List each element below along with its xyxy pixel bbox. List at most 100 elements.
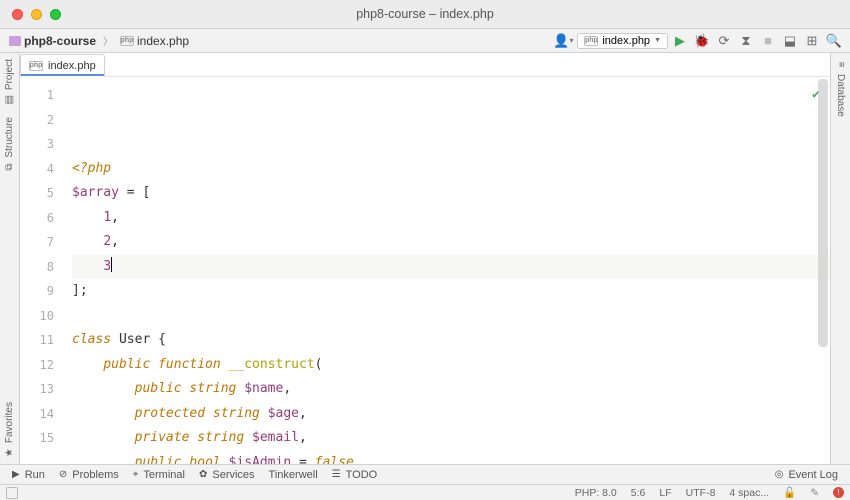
code-token: 1 — [103, 210, 111, 225]
run-config-select[interactable]: php index.php ▼ — [577, 33, 668, 49]
tool-window-bar: ▶Run ⊘Problems ⌖ Terminal ✿Services Tinke… — [0, 464, 850, 484]
line-number: 2 — [20, 108, 54, 133]
tool-window-toggle-button[interactable] — [6, 487, 18, 499]
profile-button[interactable]: ⧗ — [736, 31, 756, 51]
line-number: 10 — [20, 304, 54, 329]
cursor-position-status[interactable]: 5:6 — [631, 487, 646, 499]
maximize-window-button[interactable] — [50, 9, 61, 20]
code-token: $name — [244, 381, 283, 396]
warning-icon: ⊘ — [59, 469, 67, 480]
code-token — [72, 357, 103, 372]
breadcrumb-project-label: php8-course — [24, 34, 96, 48]
stop-button[interactable]: ■ — [758, 31, 778, 51]
navigation-bar: php8-course 〉 php index.php 👤▾ php index… — [0, 29, 850, 53]
project-tool-tab[interactable]: ▤ Project — [0, 53, 19, 111]
code-token: , — [111, 210, 119, 225]
code-line[interactable]: 1, — [72, 206, 830, 231]
code-line[interactable]: 3 — [72, 255, 830, 280]
code-area[interactable]: ✔ <?php$array = [ 1, 2, 3];class User { … — [62, 77, 830, 464]
line-number: 7 — [20, 230, 54, 255]
code-line[interactable]: public string $name, — [72, 377, 830, 402]
php-version-status[interactable]: PHP: 8.0 — [575, 487, 617, 499]
code-line[interactable]: public function __construct( — [72, 353, 830, 378]
todo-tool-label: TODO — [346, 469, 378, 481]
favorites-tool-tab[interactable]: ★ Favorites — [0, 396, 19, 464]
code-line[interactable]: $array = [ — [72, 181, 830, 206]
code-line[interactable]: <?php — [72, 157, 830, 182]
code-line[interactable] — [72, 304, 830, 329]
user-menu-button[interactable]: 👤▾ — [555, 31, 575, 51]
coverage-button[interactable]: ⟳ — [714, 31, 734, 51]
scrollbar-thumb[interactable] — [818, 79, 828, 347]
problems-tool-button[interactable]: ⊘Problems — [53, 467, 125, 483]
editor-scrollbar[interactable] — [818, 79, 828, 462]
line-number: 3 — [20, 132, 54, 157]
code-token: public string — [135, 381, 245, 396]
code-line[interactable]: class User { — [72, 328, 830, 353]
folder-icon — [9, 36, 21, 46]
line-number-gutter: 123456789101112131415 — [20, 77, 62, 464]
todo-tool-button[interactable]: ☰ TODO — [326, 467, 384, 483]
services-tool-label: Services — [212, 469, 254, 481]
code-token — [72, 455, 135, 465]
line-number: 6 — [20, 206, 54, 231]
editor-body[interactable]: 123456789101112131415 ✔ <?php$array = [ … — [20, 77, 830, 464]
code-token: User { — [119, 332, 166, 347]
code-token: $isAdmin — [229, 455, 292, 465]
code-token: , — [111, 234, 119, 249]
chevron-down-icon: ▼ — [654, 37, 661, 44]
terminal-icon: ⌖ — [133, 469, 139, 480]
indent-status[interactable]: 4 spac... — [729, 487, 769, 499]
debug-button[interactable]: 🐞 — [692, 31, 712, 51]
code-token: = [ — [119, 185, 150, 200]
code-token: $email — [252, 430, 299, 445]
code-token — [72, 430, 135, 445]
commit-icon[interactable]: ✎ — [810, 487, 819, 499]
structure-tool-tab[interactable]: ⧉ Structure — [0, 111, 19, 179]
window-controls — [0, 9, 61, 20]
run-tool-button[interactable]: ▶Run — [6, 467, 51, 483]
services-tool-button[interactable]: ✿Services — [193, 467, 261, 483]
code-token: , — [299, 406, 307, 421]
code-line[interactable]: 2, — [72, 230, 830, 255]
terminal-tool-button[interactable]: ⌖ Terminal — [127, 467, 191, 483]
code-line[interactable]: protected string $age, — [72, 402, 830, 427]
windows-button[interactable]: ⊞ — [802, 31, 822, 51]
breadcrumb-separator: 〉 — [103, 33, 113, 48]
structure-icon: ⧉ — [4, 164, 15, 171]
breadcrumb-project[interactable]: php8-course — [6, 32, 99, 50]
file-encoding-status[interactable]: UTF-8 — [686, 487, 716, 499]
code-token: __construct — [229, 357, 315, 372]
code-token — [72, 234, 103, 249]
right-tool-tabs: ≡ Database — [830, 53, 850, 464]
error-indicator[interactable]: ! — [833, 487, 844, 498]
code-token: 3 — [103, 259, 111, 274]
code-token: ]; — [72, 283, 88, 298]
database-tool-tab[interactable]: ≡ Database — [831, 53, 850, 123]
line-number: 4 — [20, 157, 54, 182]
php-file-icon: php — [120, 36, 134, 46]
database-icon: ≡ — [835, 62, 846, 68]
readonly-lock-icon[interactable]: 🔓 — [783, 486, 796, 499]
code-line[interactable]: public bool $isAdmin = false — [72, 451, 830, 465]
tinkerwell-tool-button[interactable]: Tinkerwell — [263, 467, 324, 483]
line-number: 15 — [20, 426, 54, 451]
editor-tab[interactable]: php index.php — [20, 54, 105, 77]
search-everywhere-button[interactable]: 🔍 — [824, 31, 844, 51]
editor-area: php index.php 123456789101112131415 ✔ <?… — [20, 53, 830, 464]
breadcrumb-file[interactable]: php index.php — [117, 32, 192, 50]
code-token: ( — [315, 357, 323, 372]
code-line[interactable]: ]; — [72, 279, 830, 304]
line-separator-status[interactable]: LF — [659, 487, 671, 499]
code-token: $age — [268, 406, 299, 421]
minimize-window-button[interactable] — [31, 9, 42, 20]
code-line[interactable]: private string $email, — [72, 426, 830, 451]
git-update-button[interactable]: ⬓ — [780, 31, 800, 51]
close-window-button[interactable] — [12, 9, 23, 20]
favorites-tool-label: Favorites — [4, 402, 15, 443]
event-log-button[interactable]: ◎Event Log — [769, 467, 844, 483]
todo-icon: ☰ — [332, 469, 341, 480]
terminal-tool-label: Terminal — [143, 469, 185, 481]
code-token: <?php — [72, 161, 111, 176]
run-button[interactable]: ▶ — [670, 31, 690, 51]
